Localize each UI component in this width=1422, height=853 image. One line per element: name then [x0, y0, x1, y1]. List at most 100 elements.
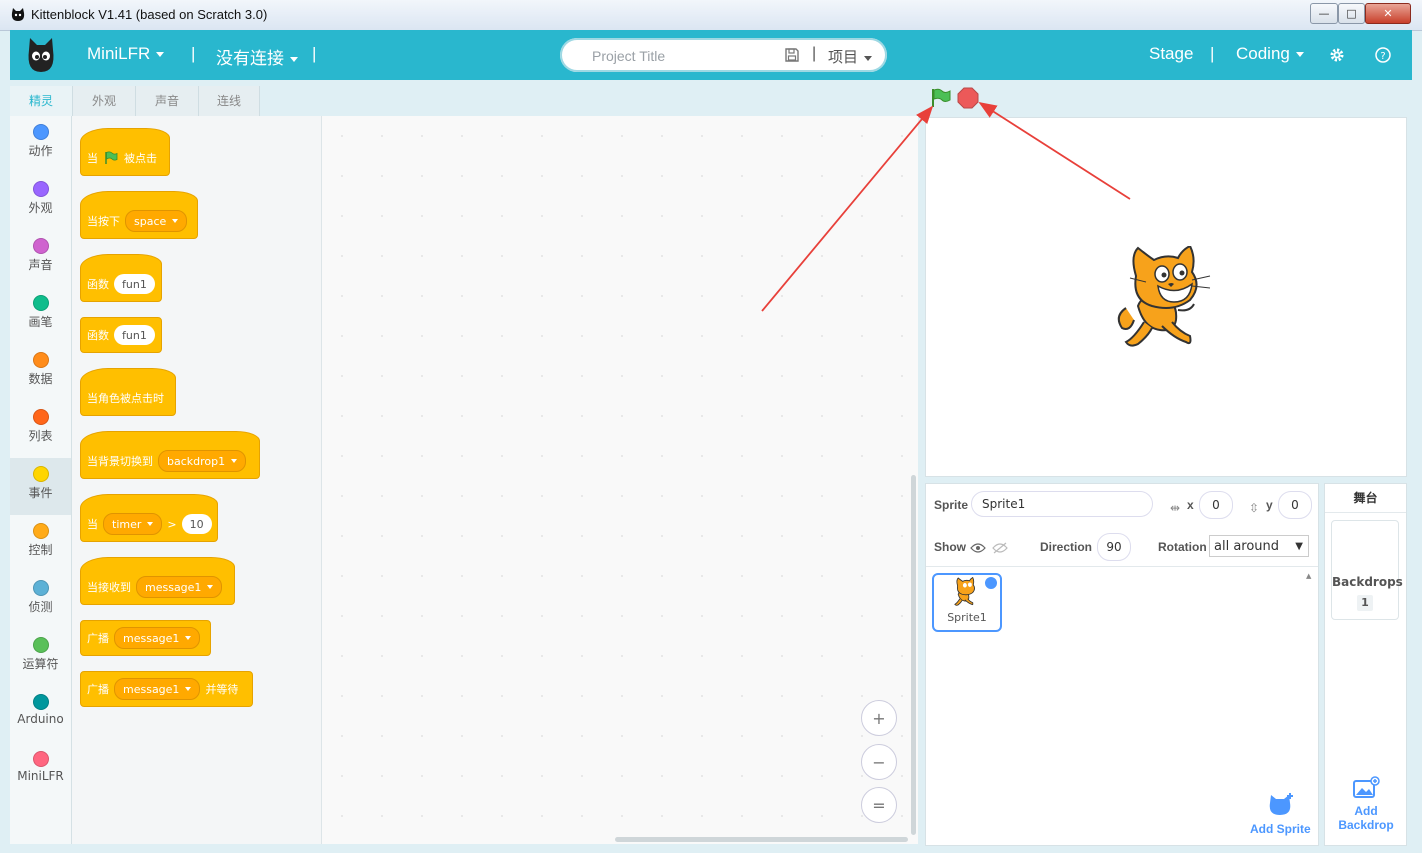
block-function-call[interactable]: 函数 fun1 [80, 317, 162, 353]
stage-thumbnail[interactable]: Backdrops 1 [1331, 520, 1403, 620]
category-control[interactable]: 控制 [10, 515, 71, 572]
add-sprite-button[interactable]: Add Sprite [1250, 822, 1311, 836]
category-arduino[interactable]: Arduino [10, 686, 71, 743]
mode-menu[interactable]: Coding [1236, 44, 1304, 64]
category-dot-icon [33, 637, 49, 653]
tab-sprite[interactable]: 精灵 [10, 86, 73, 116]
timer-dropdown[interactable]: timer [103, 513, 163, 535]
workspace-horizontal-scrollbar[interactable] [615, 837, 908, 842]
dropdown-value: message1 [123, 682, 180, 696]
zoom-in-button[interactable]: + [861, 700, 897, 736]
block-text: 当角色被点击时 [87, 392, 164, 405]
cat-sprite-icon[interactable] [1116, 246, 1216, 350]
gear-icon[interactable] [1329, 47, 1345, 63]
timer-value-input[interactable]: 10 [181, 514, 212, 534]
message-dropdown[interactable]: message1 [114, 627, 201, 649]
add-backdrop-button[interactable]: Add Backdrop [1333, 804, 1399, 832]
stop-icon[interactable] [957, 87, 979, 109]
block-broadcast-and-wait[interactable]: 广播 message1 并等待 [80, 671, 253, 707]
sprite-name-value: Sprite1 [982, 497, 1026, 511]
tab-looks[interactable]: 外观 [73, 86, 136, 116]
category-label: 运算符 [22, 657, 59, 671]
chevron-down-icon [290, 57, 298, 63]
backdrop-dropdown[interactable]: backdrop1 [158, 450, 247, 472]
category-minilfr[interactable]: MiniLFR [10, 743, 71, 800]
block-when-timer-greater[interactable]: 当 timer > 10 [80, 494, 218, 542]
block-when-backdrop-switches[interactable]: 当背景切换到 backdrop1 [80, 431, 260, 479]
category-dot-icon [33, 181, 49, 197]
project-title-input[interactable] [590, 45, 764, 67]
sprite-info-badge-icon[interactable] [984, 576, 998, 590]
stage-canvas[interactable] [925, 117, 1407, 477]
project-separator: | [812, 45, 817, 62]
tab-sounds[interactable]: 声音 [136, 86, 199, 116]
sprite-thumbnail[interactable]: Sprite1 [932, 573, 1002, 632]
connection-menu[interactable]: 没有连接 [216, 44, 298, 69]
category-label: 数据 [28, 372, 53, 386]
project-menu[interactable]: 项目 [828, 46, 873, 67]
category-label: 声音 [28, 258, 53, 272]
minimize-button[interactable]: — [1310, 3, 1338, 24]
script-workspace[interactable] [322, 116, 918, 844]
key-dropdown[interactable]: space [125, 210, 188, 232]
stage-toggle[interactable]: Stage [1149, 44, 1193, 64]
sprite-list-scrollbar[interactable]: ▲ [1306, 572, 1314, 836]
workspace-vertical-scrollbar[interactable] [911, 475, 916, 835]
sprite-thumbnail-name: Sprite1 [947, 611, 987, 624]
app-logo-icon [11, 8, 25, 21]
zoom-reset-button[interactable]: = [861, 787, 897, 823]
save-icon[interactable] [784, 47, 800, 63]
block-when-flag-clicked[interactable]: 当 被点击 [80, 128, 170, 176]
category-motion[interactable]: 动作 [10, 116, 71, 173]
block-text: > [167, 517, 177, 531]
chevron-down-icon [147, 522, 154, 526]
category-label: MiniLFR [17, 769, 64, 783]
block-when-receive[interactable]: 当接收到 message1 [80, 557, 235, 605]
category-data[interactable]: 数据 [10, 344, 71, 401]
tab-wiring[interactable]: 连线 [199, 86, 260, 116]
category-dot-icon [33, 580, 49, 596]
close-button[interactable]: ✕ [1365, 3, 1411, 24]
green-flag-icon[interactable] [930, 88, 952, 108]
maximize-button[interactable]: □ [1338, 3, 1365, 24]
category-sound[interactable]: 声音 [10, 230, 71, 287]
category-events[interactable]: 事件 [10, 458, 71, 515]
zoom-out-button[interactable]: − [861, 744, 897, 780]
category-operators[interactable]: 运算符 [10, 629, 71, 686]
help-icon[interactable]: ? [1375, 47, 1391, 63]
category-list[interactable]: 列表 [10, 401, 71, 458]
message-dropdown[interactable]: message1 [136, 576, 223, 598]
category-label: 画笔 [28, 315, 53, 329]
add-sprite-icon[interactable] [1266, 791, 1296, 817]
category-label: 控制 [28, 543, 53, 557]
sprite-name-input[interactable]: Sprite1 [971, 491, 1153, 517]
block-text: 广播 [87, 632, 109, 645]
rotation-select[interactable]: all around ▼ [1209, 535, 1309, 557]
device-menu[interactable]: MiniLFR [87, 44, 165, 64]
function-name-input[interactable]: fun1 [114, 274, 155, 294]
window-titlebar: Kittenblock V1.41 (based on Scratch 3.0)… [0, 0, 1422, 31]
function-name-input[interactable]: fun1 [114, 325, 155, 345]
chevron-down-icon [207, 585, 214, 589]
add-backdrop-icon[interactable] [1352, 776, 1380, 800]
divider [926, 566, 1318, 567]
block-broadcast[interactable]: 广播 message1 [80, 620, 211, 656]
eye-hidden-icon[interactable] [992, 542, 1008, 554]
direction-input[interactable]: 90 [1097, 533, 1131, 561]
category-dot-icon [33, 352, 49, 368]
x-position-input[interactable]: 0 [1199, 491, 1233, 519]
block-when-key-pressed[interactable]: 当按下 space [80, 191, 198, 239]
block-when-sprite-clicked[interactable]: 当角色被点击时 [80, 368, 176, 416]
category-pen[interactable]: 画笔 [10, 287, 71, 344]
category-looks[interactable]: 外观 [10, 173, 71, 230]
dropdown-value: timer [112, 517, 142, 531]
kitten-logo-icon[interactable] [24, 36, 58, 74]
zoom-out-icon: − [872, 752, 886, 772]
block-function-define[interactable]: 函数 fun1 [80, 254, 162, 302]
message-dropdown[interactable]: message1 [114, 678, 201, 700]
block-text: 当 [87, 518, 98, 531]
y-position-input[interactable]: 0 [1278, 491, 1312, 519]
category-sensing[interactable]: 侦测 [10, 572, 71, 629]
category-dot-icon [33, 523, 49, 539]
eye-visible-icon[interactable] [970, 542, 986, 554]
